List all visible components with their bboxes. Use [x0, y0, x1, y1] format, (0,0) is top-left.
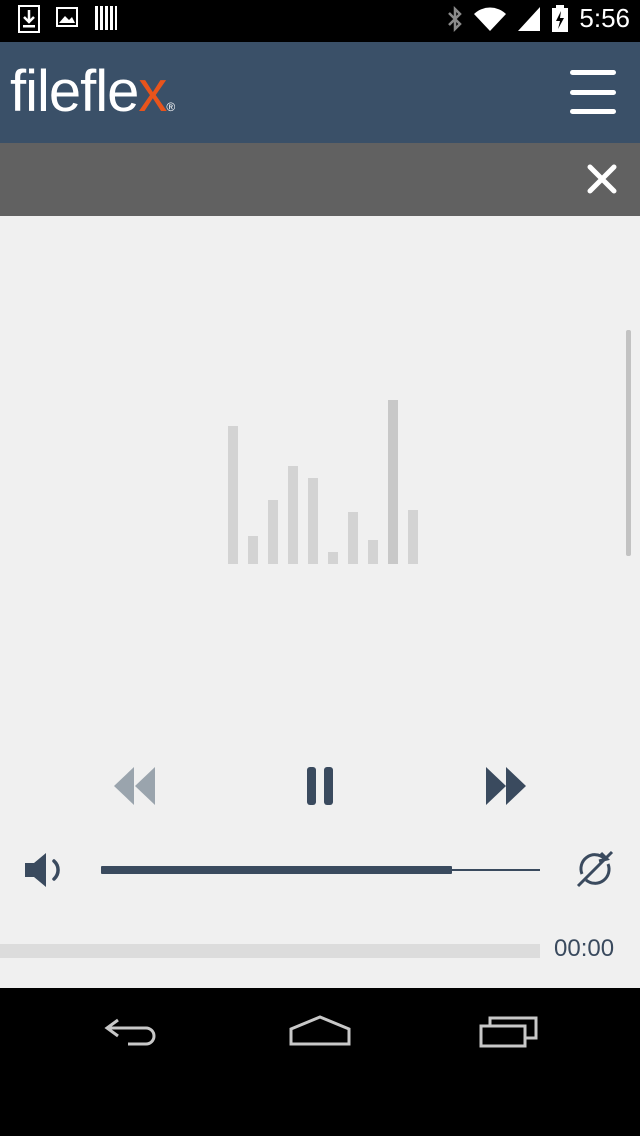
pause-icon[interactable] — [306, 767, 334, 805]
logo-text: filefle — [10, 59, 139, 124]
recents-icon[interactable] — [478, 1014, 540, 1048]
signal-icon — [518, 6, 541, 31]
home-icon[interactable] — [288, 1014, 352, 1046]
system-nav-bar — [0, 988, 640, 1136]
barcode-icon — [95, 6, 117, 30]
volume-slider-fill[interactable] — [101, 866, 452, 874]
wifi-icon — [474, 7, 507, 31]
repeat-off-icon[interactable] — [574, 848, 616, 890]
fileflex-logo: fileflex® — [10, 59, 175, 139]
audio-player: 00:00 — [0, 216, 640, 988]
image-icon — [56, 7, 78, 27]
download-icon — [18, 5, 40, 33]
back-icon[interactable] — [104, 1016, 162, 1046]
volume-icon[interactable] — [24, 851, 68, 889]
logo-accent-letter: x — [138, 59, 167, 124]
status-bar: 5:56 — [0, 0, 640, 42]
app-header: fileflex® — [0, 42, 640, 143]
time-display: 00:00 — [554, 935, 615, 962]
hamburger-menu-icon[interactable] — [570, 70, 616, 114]
equalizer-bars-icon — [228, 400, 418, 564]
fast-forward-icon[interactable] — [486, 767, 526, 805]
rewind-icon[interactable] — [114, 767, 156, 805]
seek-bar[interactable] — [0, 944, 540, 958]
bluetooth-icon — [448, 5, 463, 32]
battery-charging-icon — [552, 4, 569, 32]
close-icon[interactable] — [586, 163, 618, 195]
registered-mark: ® — [166, 100, 175, 114]
status-time: 5:56 — [579, 3, 630, 33]
player-close-bar — [0, 143, 640, 216]
